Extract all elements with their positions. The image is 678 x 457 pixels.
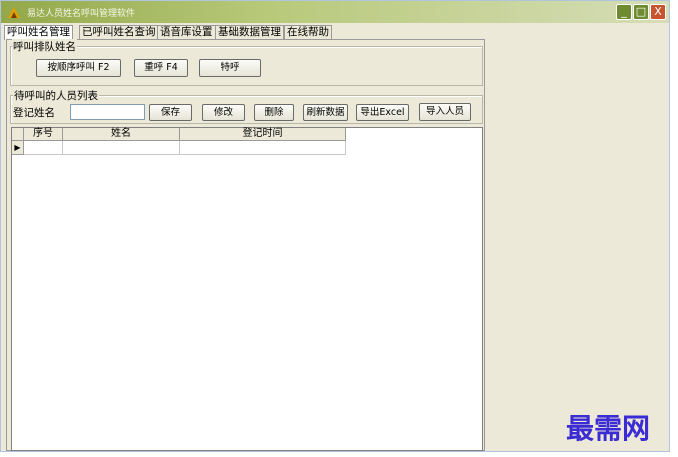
queue-group-title: 呼叫排队姓名 bbox=[12, 39, 77, 54]
tab-voice-library-settings[interactable]: 语音库设置 bbox=[157, 25, 216, 39]
save-label: 保存 bbox=[160, 107, 180, 118]
grid-corner-header bbox=[12, 128, 24, 141]
refresh-data-button[interactable]: 刷新数据 bbox=[303, 104, 348, 121]
waiting-list-grid[interactable]: 序号 姓名 登记时间 ▶ bbox=[11, 127, 483, 451]
special-call-button[interactable]: 特呼 bbox=[199, 59, 261, 77]
refresh-data-label: 刷新数据 bbox=[306, 107, 345, 118]
column-header-register-time[interactable]: 登记时间 bbox=[180, 128, 346, 141]
import-people-label: 导入人员 bbox=[425, 106, 464, 117]
column-header-serial[interactable]: 序号 bbox=[24, 128, 63, 141]
delete-label: 删除 bbox=[264, 107, 284, 118]
edit-label: 修改 bbox=[213, 107, 233, 118]
table-cell-serial[interactable] bbox=[24, 141, 63, 155]
delete-button[interactable]: 删除 bbox=[254, 104, 294, 121]
app-logo-icon bbox=[8, 7, 20, 18]
tab-called-name-query[interactable]: 已呼叫姓名查询 bbox=[79, 25, 159, 39]
window-title: 易达人员姓名呼叫管理软件 bbox=[27, 9, 136, 19]
tab-online-help[interactable]: 在线帮助 bbox=[284, 25, 332, 39]
name-field-label: 登记姓名 bbox=[13, 107, 55, 119]
row-indicator-icon[interactable]: ▶ bbox=[12, 141, 24, 155]
watermark-text: 最需网 bbox=[566, 412, 651, 445]
title-bar[interactable]: 易达人员姓名呼叫管理软件 _ □ X bbox=[1, 1, 669, 23]
recall-label: 重呼 F4 bbox=[144, 62, 178, 73]
maximize-icon: □ bbox=[635, 5, 647, 18]
table-cell-register-time[interactable] bbox=[180, 141, 346, 155]
column-header-name[interactable]: 姓名 bbox=[63, 128, 180, 141]
tab-call-name-management[interactable]: 呼叫姓名管理 bbox=[4, 25, 73, 40]
main-window: 易达人员姓名呼叫管理软件 _ □ X 呼叫姓名管理 已呼叫姓名查询 语音库设置 … bbox=[0, 0, 670, 452]
close-button[interactable]: X bbox=[650, 4, 666, 20]
sequential-call-label: 按顺序呼叫 F2 bbox=[47, 62, 110, 73]
import-people-button[interactable]: 导入人员 bbox=[419, 103, 471, 121]
export-excel-button[interactable]: 导出Excel bbox=[356, 104, 409, 121]
maximize-button[interactable]: □ bbox=[633, 4, 649, 20]
table-cell-name[interactable] bbox=[63, 141, 180, 155]
name-input[interactable] bbox=[70, 104, 145, 120]
save-button[interactable]: 保存 bbox=[149, 104, 192, 121]
tab-basic-data-management[interactable]: 基础数据管理 bbox=[215, 25, 284, 39]
special-call-label: 特呼 bbox=[220, 62, 240, 73]
sequential-call-button[interactable]: 按顺序呼叫 F2 bbox=[36, 59, 121, 77]
export-excel-label: 导出Excel bbox=[360, 107, 405, 118]
close-icon: X bbox=[654, 5, 662, 18]
recall-button[interactable]: 重呼 F4 bbox=[134, 59, 188, 77]
minimize-icon: _ bbox=[621, 5, 627, 18]
edit-button[interactable]: 修改 bbox=[202, 104, 245, 121]
waiting-group-title: 待呼叫的人员列表 bbox=[13, 88, 99, 103]
minimize-button[interactable]: _ bbox=[616, 4, 632, 20]
